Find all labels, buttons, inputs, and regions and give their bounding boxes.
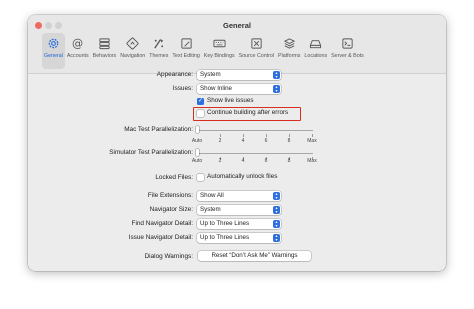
themes-icon [152, 36, 166, 50]
tick-label: 2 [218, 158, 222, 164]
tick-label: 8 [287, 138, 291, 144]
tab-locations[interactable]: Locations [302, 33, 329, 69]
chevron-up-down-icon: ▴ ▾ [273, 71, 280, 79]
continue-building-label: Continue building after errors [207, 109, 289, 116]
tab-label: Locations [304, 53, 328, 59]
navigator-size-label: Navigator Size: [149, 206, 193, 213]
tab-server-bots[interactable]: Server & Bots [329, 33, 366, 69]
reset-warnings-button[interactable]: Reset “Don’t Ask Me” Warnings [198, 251, 311, 261]
tick-label: Max [307, 138, 317, 144]
tab-key-bindings[interactable]: Key Bindings [202, 33, 237, 69]
tab-platforms[interactable]: Platforms [276, 33, 302, 69]
file-extensions-value: Show All [200, 192, 224, 199]
text-editing-icon [179, 36, 193, 50]
navigator-size-popup[interactable]: System ▴ ▾ [197, 205, 281, 215]
simulator-test-slider-knob[interactable] [196, 149, 199, 156]
tab-source-control[interactable]: Source Control [237, 33, 276, 69]
tick-label: 2 [218, 138, 222, 144]
find-navigator-detail-value: Up to Three Lines [200, 220, 250, 227]
tab-label: Navigation [120, 53, 146, 59]
tab-accounts[interactable]: @ Accounts [65, 33, 91, 69]
svg-text:@: @ [72, 37, 83, 50]
show-live-issues-checkbox[interactable]: ✓ [197, 98, 204, 105]
tab-text-editing[interactable]: Text Editing [170, 33, 201, 69]
keyboard-icon [212, 36, 226, 50]
tick-label: 6 [264, 138, 268, 144]
gear-icon [46, 36, 60, 50]
find-navigator-detail-label: Find Navigator Detail: [131, 220, 193, 227]
appearance-value: System [200, 71, 221, 78]
tick-label: Auto [191, 158, 203, 164]
preferences-toolbar: General @ Accounts Behaviors Navigation [42, 33, 366, 69]
mac-test-slider-track[interactable] [197, 130, 313, 131]
source-control-icon [249, 36, 263, 50]
appearance-popup[interactable]: System ▴ ▾ [197, 70, 281, 80]
find-navigator-detail-popup[interactable]: Up to Three Lines ▴ ▾ [197, 219, 281, 229]
tab-label: Themes [149, 53, 169, 59]
chevron-up-down-icon: ▴ ▾ [273, 85, 280, 93]
navigator-size-value: System [200, 206, 221, 213]
auto-unlock-checkbox[interactable] [197, 174, 204, 181]
dialog-warnings-label: Dialog Warnings: [144, 253, 193, 260]
tab-label: Platforms [278, 53, 301, 59]
simulator-test-parallelization-label: Simulator Test Parallelization: [109, 149, 193, 156]
issues-popup[interactable]: Show Inline ▴ ▾ [197, 84, 281, 94]
tick-label: 4 [241, 158, 245, 164]
behaviors-icon [97, 36, 111, 50]
slider-tick [243, 134, 244, 137]
tick-label: 6 [264, 158, 268, 164]
issue-navigator-detail-label: Issue Navigator Detail: [128, 234, 193, 241]
tab-label: General [44, 53, 63, 59]
chevron-up-down-icon: ▴ ▾ [273, 234, 280, 242]
file-extensions-label: File Extensions: [147, 192, 193, 199]
mac-test-slider-knob[interactable] [196, 126, 199, 133]
platforms-icon [282, 36, 296, 50]
simulator-test-slider-track[interactable] [197, 153, 313, 154]
issues-value: Show Inline [200, 85, 232, 92]
tick-label: 8 [287, 158, 291, 164]
tick-label: 4 [241, 138, 245, 144]
chevron-up-down-icon: ▴ ▾ [273, 192, 280, 200]
issue-navigator-detail-value: Up to Three Lines [200, 234, 250, 241]
tick-label: Auto [191, 138, 203, 144]
tick-label: Max [307, 158, 317, 164]
tab-label: Source Control [238, 53, 275, 59]
slider-tick [266, 134, 267, 137]
show-live-issues-label: Show live issues [207, 97, 254, 104]
appearance-label: Appearance: [156, 71, 193, 78]
title-bar: General General @ Accounts Behaviors Nav… [28, 15, 446, 74]
continue-building-checkbox[interactable] [197, 110, 204, 117]
chevron-up-down-icon: ▴ ▾ [273, 206, 280, 214]
tab-general[interactable]: General [42, 33, 65, 69]
issues-label: Issues: [172, 85, 193, 92]
server-icon [340, 36, 354, 50]
locations-icon [309, 36, 323, 50]
tab-label: Accounts [66, 53, 89, 59]
chevron-up-down-icon: ▴ ▾ [273, 220, 280, 228]
tab-themes[interactable]: Themes [147, 33, 170, 69]
window-title: General [223, 21, 251, 30]
issue-navigator-detail-popup[interactable]: Up to Three Lines ▴ ▾ [197, 233, 281, 243]
mac-test-parallelization-label: Mac Test Parallelization: [124, 126, 193, 133]
auto-unlock-label: Automatically unlock files [207, 173, 278, 180]
tab-label: Server & Bots [331, 53, 364, 59]
file-extensions-popup[interactable]: Show All ▴ ▾ [197, 191, 281, 201]
navigation-icon [126, 36, 140, 50]
slider-tick [289, 134, 290, 137]
locked-files-label: Locked Files: [155, 174, 193, 181]
tab-label: Text Editing [172, 53, 200, 59]
tab-behaviors[interactable]: Behaviors [91, 33, 119, 69]
tab-navigation[interactable]: Navigation [118, 33, 147, 69]
tab-label: Behaviors [92, 53, 117, 59]
at-icon: @ [71, 36, 85, 50]
slider-tick [312, 134, 313, 137]
slider-tick [220, 134, 221, 137]
tab-label: Key Bindings [203, 53, 235, 59]
